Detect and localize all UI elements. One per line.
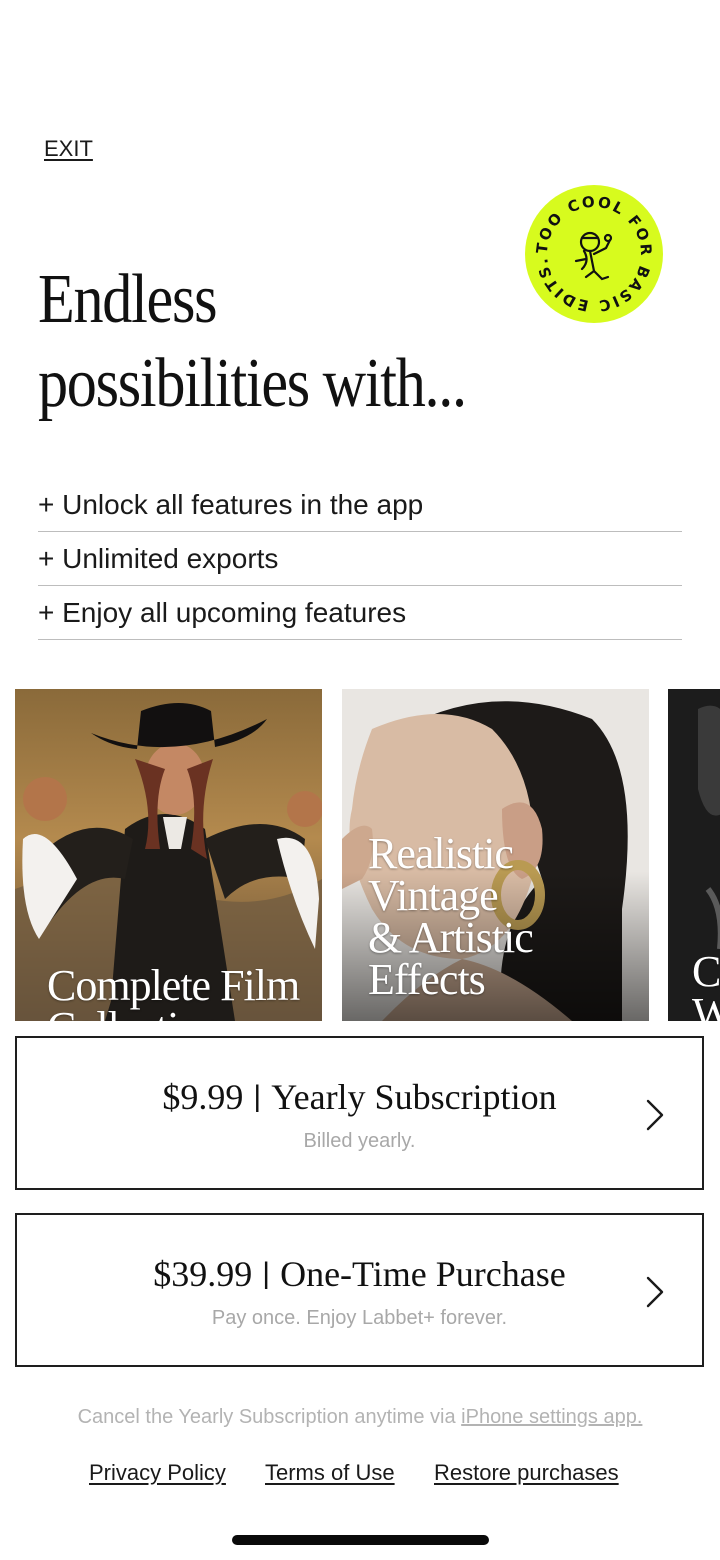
iphone-settings-link[interactable]: iPhone settings app. [461, 1406, 642, 1428]
chevron-right-icon [646, 1276, 664, 1308]
feature-carousel[interactable]: Complete Film Collection Realistic Vinta… [15, 689, 720, 1021]
feature-list: + Unlock all features in the app + Unlim… [38, 478, 682, 640]
cancel-note-text: Cancel the Yearly Subscription anytime v… [77, 1406, 456, 1428]
plan-price: $39.99 [153, 1254, 253, 1294]
plan-title: $39.99 | One-Time Purchase [17, 1253, 702, 1295]
headline-line-1: Endless [38, 261, 218, 338]
cancel-note: Cancel the Yearly Subscription anytime v… [0, 1406, 720, 1429]
feature-item: + Unlock all features in the app [38, 478, 682, 532]
footer-links: Privacy Policy Terms of Use Restore purc… [0, 1460, 720, 1490]
plan-title: $9.99 | Yearly Subscription [17, 1076, 702, 1118]
yearly-subscription-button[interactable]: $9.99 | Yearly Subscription Billed yearly. [15, 1036, 704, 1190]
plan-note: Billed yearly. [303, 1130, 416, 1152]
carousel-card-title: Complete Film Collection [47, 961, 300, 1022]
privacy-policy-link[interactable]: Privacy Policy [89, 1460, 226, 1486]
carousel-card-film[interactable]: Complete Film Collection [15, 689, 322, 1021]
exit-button[interactable]: EXIT [44, 136, 93, 162]
plan-price: $9.99 [162, 1077, 244, 1117]
carousel-card-partial[interactable]: Cl W [668, 689, 720, 1021]
feature-item: + Enjoy all upcoming features [38, 586, 682, 640]
plan-separator: | [262, 1257, 271, 1290]
headline-line-2: possibilities with... [38, 345, 467, 422]
plan-name: One-Time Purchase [280, 1254, 566, 1294]
feature-item: + Unlimited exports [38, 532, 682, 586]
home-indicator[interactable] [232, 1535, 489, 1545]
terms-of-use-link[interactable]: Terms of Use [265, 1460, 395, 1486]
headline: Endless possibilities with... [38, 258, 558, 426]
chevron-right-icon [646, 1099, 664, 1131]
carousel-card-vintage[interactable]: Realistic Vintage & Artistic Effects [342, 689, 649, 1021]
plan-name: Yearly Subscription [271, 1077, 557, 1117]
plan-separator: | [253, 1080, 262, 1113]
plan-note: Pay once. Enjoy Labbet+ forever. [211, 1307, 508, 1329]
carousel-card-title: Realistic Vintage & Artistic Effects [368, 829, 534, 1004]
one-time-purchase-button[interactable]: $39.99 | One-Time Purchase Pay once. Enjoy… [15, 1213, 704, 1367]
restore-purchases-link[interactable]: Restore purchases [434, 1460, 619, 1486]
carousel-card-title: Cl W [692, 947, 720, 1022]
